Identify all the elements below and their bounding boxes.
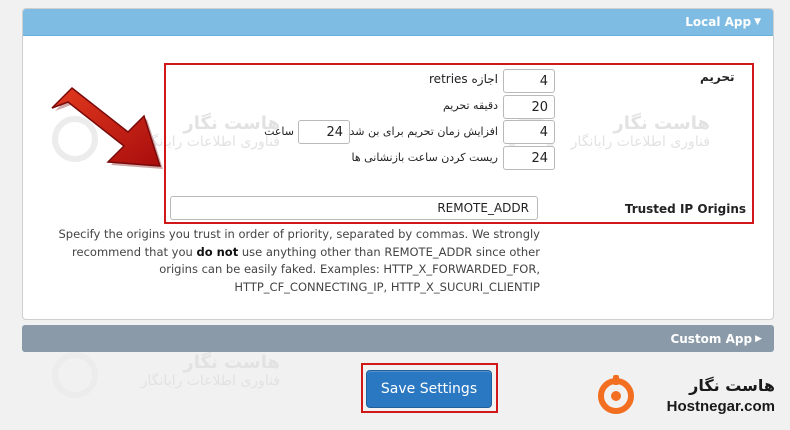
caret-down-icon: ▼ [754, 17, 761, 27]
increase-ban-input[interactable] [503, 120, 555, 144]
save-settings-button[interactable]: Save Settings [366, 370, 492, 408]
watermark-logo-icon [52, 352, 98, 398]
trusted-ip-label: Trusted IP Origins [624, 202, 746, 216]
retries-label: retries اجازه [429, 72, 498, 86]
ban-minutes-label: دقیقه تحریم [442, 99, 498, 112]
caret-right-icon: ▶ [755, 333, 762, 344]
local-app-header[interactable]: Local App ▼ [23, 9, 773, 36]
trusted-ip-help: Specify the origins you trust in order o… [58, 227, 540, 294]
logo-name: هاست نگار [689, 376, 775, 395]
reset-label: ریست کردن ساعت بازنشانی ها [351, 151, 498, 164]
reset-hours-input[interactable] [503, 146, 555, 170]
increase-ban-label: افزایش زمان تحریم برای بن شدگان [332, 125, 498, 138]
hours-label: ساعت [264, 125, 294, 138]
local-app-title: Local App [685, 15, 752, 29]
watermark: هاست نگار فناوری اطلاعات رایانگار [140, 352, 280, 389]
custom-app-header[interactable]: Custom App ▶ [22, 325, 774, 352]
ban-minutes-input[interactable] [503, 95, 555, 119]
trusted-ip-input[interactable] [170, 196, 538, 220]
logo-domain: Hostnegar.com [666, 398, 775, 415]
retries-input[interactable] [503, 69, 555, 93]
increase-hours-input[interactable] [298, 120, 350, 144]
red-arrow-icon [51, 86, 163, 169]
custom-app-title: Custom App [670, 331, 753, 346]
